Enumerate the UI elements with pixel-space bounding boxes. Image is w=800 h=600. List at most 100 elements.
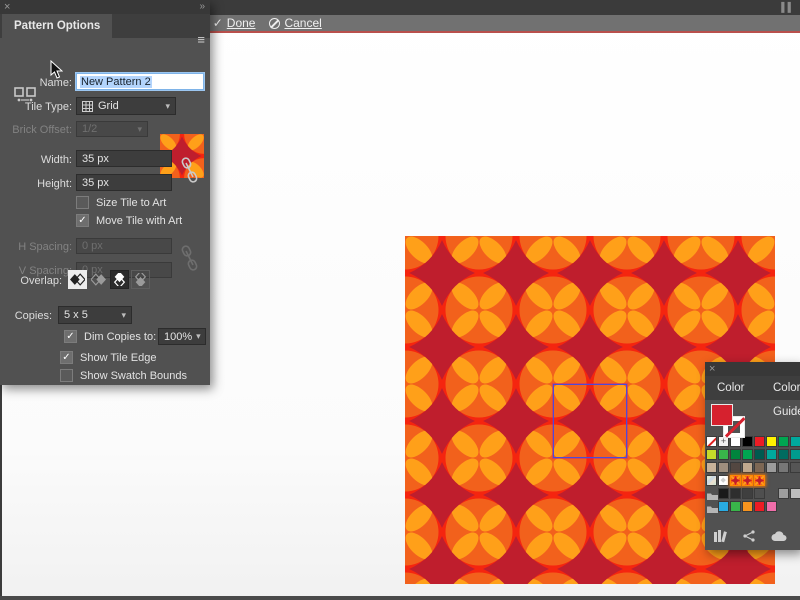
- link-dimensions-icon[interactable]: [181, 151, 198, 192]
- swatch-libraries-icon[interactable]: [713, 530, 727, 543]
- name-label: Name:: [0, 77, 72, 89]
- swatch-row: +: [706, 436, 800, 448]
- show-swatch-bounds-checkbox[interactable]: [60, 369, 73, 382]
- tile-type-select[interactable]: Grid ▾: [76, 97, 176, 115]
- swatch-color[interactable]: [766, 501, 777, 512]
- close-icon[interactable]: ×: [709, 362, 715, 376]
- swatch-color[interactable]: [742, 449, 753, 460]
- tab-color[interactable]: Color: [705, 376, 756, 400]
- swatch-color[interactable]: [718, 501, 729, 512]
- panel-tab-row: Pattern Options ≡: [0, 14, 210, 38]
- swatch-none[interactable]: [706, 436, 717, 447]
- size-tile-to-art-row: Size Tile to Art: [76, 196, 166, 209]
- move-tile-with-art-row: ✓ Move Tile with Art: [76, 214, 182, 227]
- brick-offset-label: Brick Offset:: [0, 124, 72, 136]
- overlap-top-in-front-button[interactable]: [110, 270, 129, 289]
- chevron-down-icon: ▾: [121, 310, 126, 321]
- tile-type-label: Tile Type:: [0, 101, 72, 113]
- swatch-color[interactable]: [730, 488, 741, 499]
- swatch-color[interactable]: [790, 488, 800, 499]
- swatch-empty: [790, 501, 800, 512]
- swatch-color[interactable]: [754, 449, 765, 460]
- swatch-color[interactable]: [718, 462, 729, 473]
- swatch-group-folder-icon[interactable]: [706, 488, 717, 499]
- overlap-left-in-front-button[interactable]: [68, 270, 87, 289]
- window-bottom-edge: [0, 596, 800, 600]
- swatch-color[interactable]: [778, 462, 789, 473]
- swatch-color[interactable]: [754, 462, 765, 473]
- swatch-color[interactable]: [742, 462, 753, 473]
- swatch-pattern-floral[interactable]: [706, 475, 717, 486]
- swatch-empty: [778, 475, 789, 486]
- swatch-group-folder-icon[interactable]: [706, 501, 717, 512]
- swatch-color[interactable]: [730, 462, 741, 473]
- swatch-color[interactable]: [718, 449, 729, 460]
- swatch-row: [706, 462, 800, 474]
- swatch-color[interactable]: [766, 436, 777, 447]
- swatches-panel: × Color Color Guide +: [705, 362, 800, 550]
- swatch-color[interactable]: [730, 501, 741, 512]
- show-tile-edge-checkbox[interactable]: ✓: [60, 351, 73, 364]
- share-icon[interactable]: [743, 530, 755, 542]
- size-tile-to-art-checkbox[interactable]: [76, 196, 89, 209]
- swatch-color[interactable]: [706, 449, 717, 460]
- swatch-new-pattern[interactable]: [730, 475, 741, 486]
- height-input[interactable]: 35 px: [76, 174, 172, 191]
- cancel-button[interactable]: Cancel: [269, 16, 321, 30]
- swatch-color[interactable]: [718, 488, 729, 499]
- swatch-color[interactable]: [706, 462, 717, 473]
- dim-copies-select[interactable]: 100% ▾: [158, 328, 206, 345]
- swatch-color[interactable]: [790, 449, 800, 460]
- swatch-color[interactable]: [778, 436, 789, 447]
- swatch-color[interactable]: [742, 488, 753, 499]
- panel-title-strip: ×: [705, 362, 800, 376]
- pattern-options-panel: × » Pattern Options ≡ Name: New Pattern …: [0, 0, 210, 385]
- dim-copies-checkbox[interactable]: ✓: [64, 330, 77, 343]
- swatch-empty: [766, 475, 777, 486]
- swatch-new-pattern[interactable]: [754, 475, 765, 486]
- pattern-name-input[interactable]: New Pattern 2: [76, 73, 204, 90]
- fill-color-proxy[interactable]: [711, 404, 733, 426]
- panel-tab-row: Color Color Guide: [705, 376, 800, 400]
- overlap-right-in-front-button[interactable]: [89, 270, 108, 289]
- width-input[interactable]: 35 px: [76, 150, 172, 167]
- swatch-color[interactable]: [790, 436, 800, 447]
- swatch-color[interactable]: [754, 488, 765, 499]
- overlap-button-group: [68, 270, 152, 289]
- swatch-color[interactable]: [778, 449, 789, 460]
- swatch-pattern-diamond[interactable]: [718, 475, 729, 486]
- swatch-color[interactable]: [766, 449, 777, 460]
- window-resize-icon[interactable]: ▌▌: [781, 2, 794, 12]
- dim-copies-row: ✓ Dim Copies to:: [64, 330, 156, 343]
- swatch-row: [706, 488, 800, 500]
- move-tile-with-art-checkbox[interactable]: ✓: [76, 214, 89, 227]
- chevron-down-icon: ▾: [165, 101, 170, 112]
- swatch-color[interactable]: [766, 462, 777, 473]
- dim-copies-value: 100%: [164, 331, 192, 343]
- copies-label: Copies:: [0, 310, 52, 322]
- cloud-sync-icon[interactable]: [771, 531, 787, 542]
- swatch-color[interactable]: [778, 488, 789, 499]
- swatch-empty: [766, 488, 777, 499]
- swatch-color[interactable]: [754, 501, 765, 512]
- swatch-color[interactable]: [730, 449, 741, 460]
- swatches-body: +: [705, 400, 800, 550]
- tab-pattern-options[interactable]: Pattern Options: [2, 14, 112, 38]
- swatch-new-pattern[interactable]: [742, 475, 753, 486]
- swatch-empty: [778, 501, 789, 512]
- size-tile-to-art-label: Size Tile to Art: [96, 197, 166, 209]
- collapse-panel-icon[interactable]: »: [199, 0, 205, 14]
- swatch-color[interactable]: [742, 501, 753, 512]
- pattern-options-body: Name: New Pattern 2 Tile Type: Grid ▾ Br…: [0, 38, 210, 385]
- brick-offset-select: 1/2 ▾: [76, 121, 148, 137]
- tab-color-guide[interactable]: Color Guide: [761, 376, 800, 400]
- copies-value: 5 x 5: [64, 309, 88, 321]
- height-label: Height:: [0, 178, 72, 190]
- done-button[interactable]: ✓ Done: [213, 16, 256, 30]
- copies-select[interactable]: 5 x 5 ▾: [58, 306, 132, 324]
- overlap-bottom-in-front-button[interactable]: [131, 270, 150, 289]
- swatch-empty: [790, 475, 800, 486]
- close-icon[interactable]: ×: [4, 0, 10, 14]
- swatch-color[interactable]: [754, 436, 765, 447]
- swatch-color[interactable]: [790, 462, 800, 473]
